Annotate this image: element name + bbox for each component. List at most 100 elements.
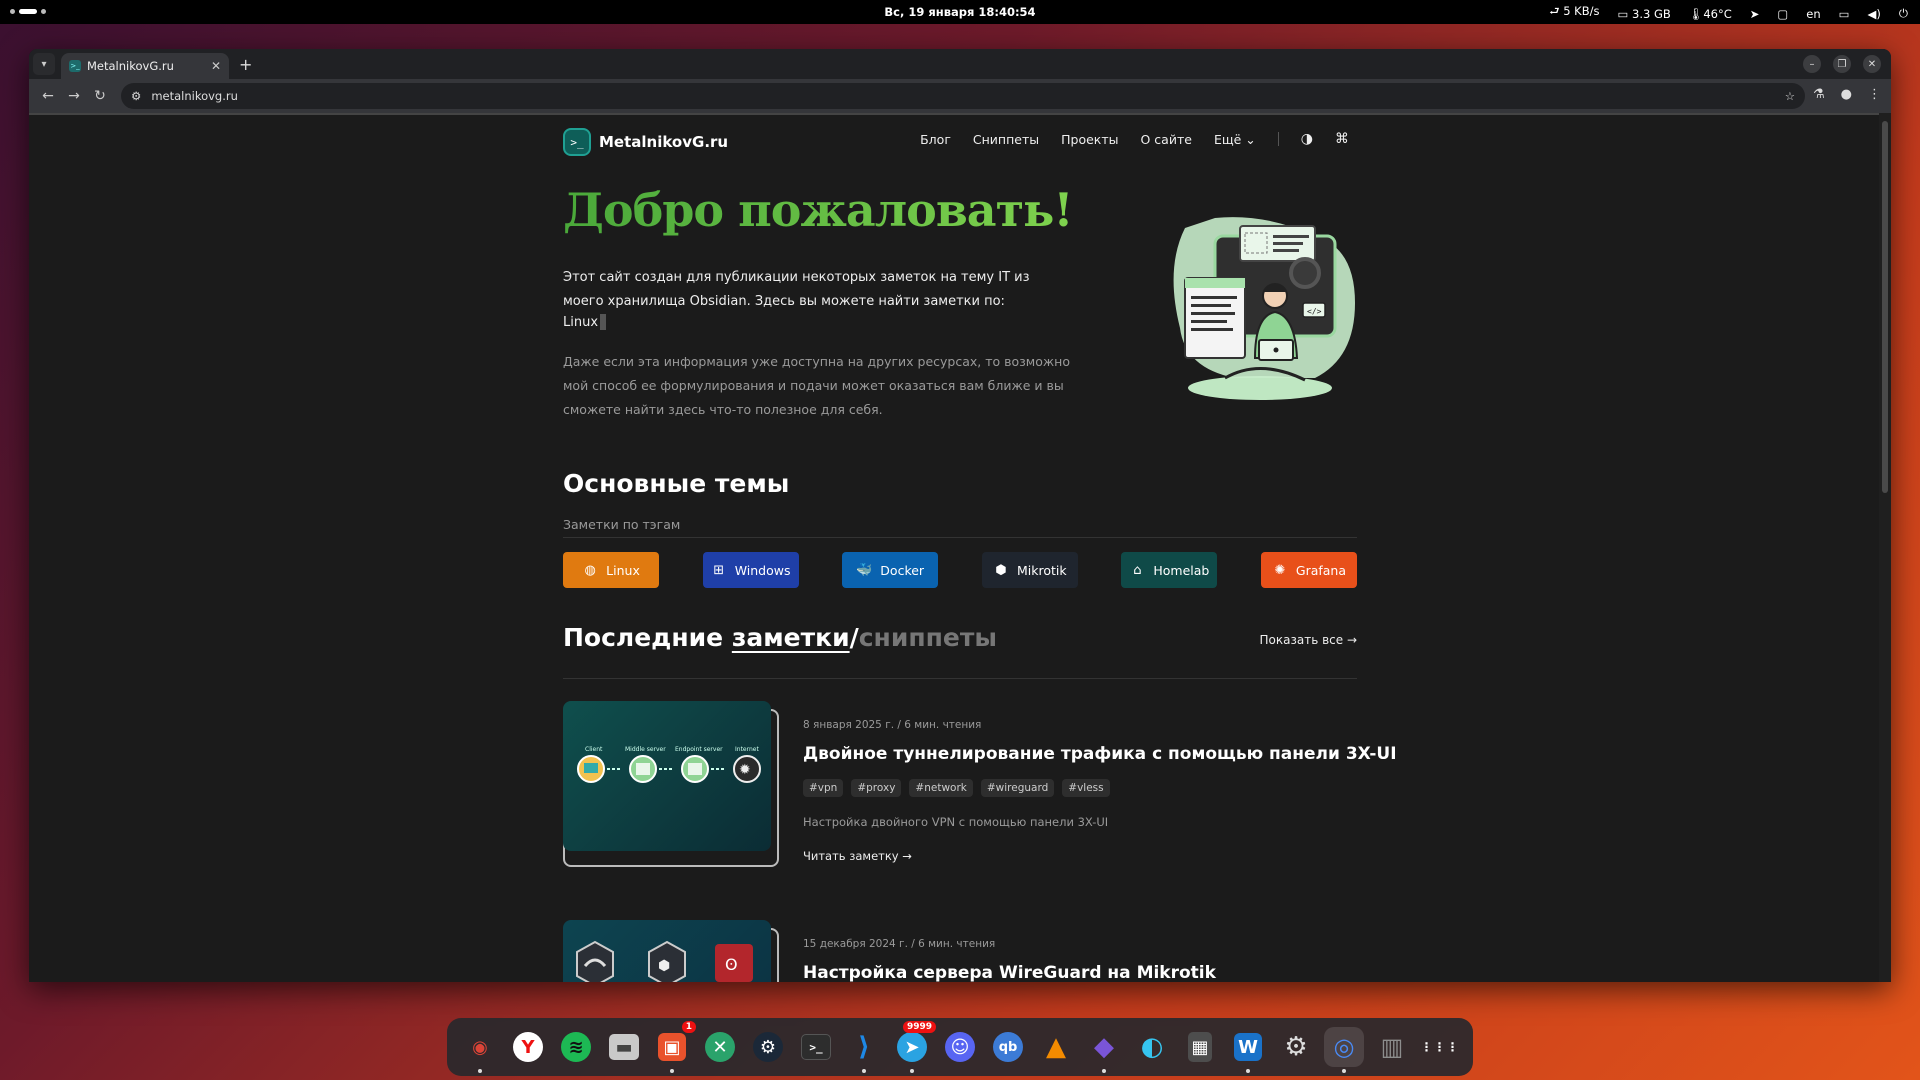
browser-window: ▾ >_ MetalnikovG.ru ✕ + – ❐ ✕ ← → ↻ ⚙ me… — [29, 49, 1891, 982]
typing-caret — [600, 314, 607, 330]
app-grid-icon[interactable]: ⋮⋮⋮ — [1420, 1027, 1460, 1067]
spotify-icon[interactable]: ≋ — [556, 1027, 596, 1067]
telegram-icon[interactable]: ➤ 9999 — [892, 1021, 936, 1073]
post-tag[interactable]: #network — [909, 779, 973, 797]
tag-button-grafana[interactable]: ✺ Grafana — [1260, 552, 1357, 588]
system-top-bar: Вс, 19 января 18:40:54 ⮐ 5 KB/s ▭ 3.3 GB… — [0, 0, 1920, 24]
discord-icon[interactable]: ☺ — [940, 1027, 980, 1067]
bookmark-star-icon[interactable]: ☆ — [1785, 89, 1795, 103]
power-icon[interactable]: ⏻ — [1899, 6, 1908, 21]
scrollbar-thumb[interactable] — [1882, 121, 1888, 493]
system-tray[interactable]: ⮐ 5 KB/s ▭ 3.3 GB 🌡46°C ➤ ▢ en ▭ ◀) ⏻ — [1549, 4, 1908, 23]
color-picker-icon[interactable]: ◐ — [1132, 1027, 1172, 1067]
yandex-browser-icon[interactable]: Y — [508, 1027, 548, 1067]
post-title[interactable]: Двойное туннелирование трафика с помощью… — [803, 744, 1397, 764]
volume-icon[interactable]: ◀) — [1868, 7, 1881, 21]
writer-icon[interactable]: W — [1228, 1027, 1268, 1073]
trash-icon[interactable]: ▥ — [1372, 1027, 1412, 1067]
url-text[interactable]: metalnikovg.ru — [151, 89, 1774, 103]
diagram-label: Client — [585, 746, 603, 753]
workspace-indicator[interactable] — [10, 9, 46, 14]
post-title[interactable]: Настройка сервера WireGuard на Mikrotik — [803, 963, 1216, 982]
nav-divider — [1277, 132, 1279, 146]
vlc-icon[interactable]: ▲ — [1036, 1027, 1076, 1067]
hero-title: Добро пожаловать! — [563, 183, 1074, 237]
site-favicon-icon: >_ — [69, 60, 81, 72]
diagram-label: Middle server — [625, 746, 666, 753]
show-all-link[interactable]: Показать все → — [1260, 633, 1358, 647]
svg-text:✹: ✹ — [739, 762, 751, 778]
tag-button-linux[interactable]: ◍ Linux — [563, 552, 659, 588]
tab-strip: ▾ >_ MetalnikovG.ru ✕ + – ❐ ✕ — [29, 49, 1891, 79]
qbittorrent-icon[interactable]: qb — [988, 1027, 1028, 1067]
read-more-link[interactable]: Читать заметку → — [803, 849, 912, 863]
steam-icon[interactable]: ⚙ — [748, 1027, 788, 1067]
post-tag[interactable]: #vpn — [803, 779, 844, 797]
tab-search-button[interactable]: ▾ — [33, 53, 55, 75]
post-tag[interactable]: #proxy — [851, 779, 902, 797]
profile-icon[interactable]: ● — [1841, 87, 1852, 102]
software-center-icon[interactable]: ▣ 1 — [652, 1021, 696, 1073]
browser-tab-active[interactable]: >_ MetalnikovG.ru ✕ — [61, 53, 229, 79]
remote-desktop-icon[interactable]: ✕ — [700, 1027, 740, 1067]
theme-toggle-icon[interactable]: ◑ — [1301, 131, 1313, 147]
close-window-button[interactable]: ✕ — [1863, 55, 1881, 73]
tag-button-windows[interactable]: ⊞ Windows — [702, 552, 799, 588]
site-logo-icon[interactable]: >_ — [563, 128, 591, 156]
display-icon[interactable]: ▭ — [1839, 7, 1850, 21]
menu-kebab-icon[interactable]: ⋮ — [1868, 87, 1881, 102]
keyboard-layout[interactable]: en — [1806, 7, 1820, 21]
reload-button[interactable]: ↻ — [87, 88, 113, 104]
recent-notes-tab[interactable]: заметки — [732, 623, 850, 652]
grafana-icon: ✺ — [1274, 562, 1286, 578]
post-tag[interactable]: #wireguard — [980, 779, 1055, 797]
minimize-button[interactable]: – — [1803, 55, 1821, 73]
post-thumbnail-frame[interactable]: Client Middle server Endpoint server Int… — [563, 701, 779, 867]
network-speed: ⮐ 5 KB/s — [1549, 4, 1600, 18]
memory-usage: ▭ 3.3 GB — [1617, 6, 1671, 21]
chrome-icon[interactable]: ◉ — [460, 1027, 500, 1073]
vertical-scrollbar[interactable] — [1879, 113, 1891, 982]
typed-topic: Linux — [563, 314, 607, 330]
site-nav: Блог Сниппеты Проекты О сайте Ещё ⌄ ◑ ⌘ — [920, 131, 1349, 147]
clipboard-icon[interactable]: ▢ — [1777, 7, 1788, 21]
command-palette-icon[interactable]: ⌘ — [1335, 131, 1349, 147]
back-button[interactable]: ← — [35, 88, 61, 104]
tag-button-mikrotik[interactable]: ⬢ Mikrotik — [981, 552, 1078, 588]
site-info-icon[interactable]: ⚙ — [131, 89, 141, 103]
calculator-icon[interactable]: ▦ — [1180, 1027, 1220, 1067]
telegram-tray-icon[interactable]: ➤ — [1750, 7, 1760, 21]
post-tag[interactable]: #vless — [1062, 779, 1110, 797]
terminal-icon[interactable]: >_ — [796, 1027, 836, 1067]
settings-icon[interactable]: ⚙ — [1276, 1027, 1316, 1067]
recent-snippets-tab[interactable]: сниппеты — [859, 623, 997, 652]
files-icon[interactable]: ▬ — [604, 1027, 644, 1067]
docker-icon: 🐳 — [856, 562, 873, 578]
post-thumbnail-frame[interactable]: ⬢ ʘ — [563, 920, 779, 982]
page-top-border — [29, 113, 1879, 115]
linux-icon: ◍ — [584, 562, 596, 578]
software-badge: 1 — [681, 1021, 696, 1033]
tag-button-homelab[interactable]: ⌂ Homelab — [1121, 552, 1218, 588]
maximize-button[interactable]: ❐ — [1833, 55, 1851, 73]
post-card[interactable]: Client Middle server Endpoint server Int… — [563, 701, 1397, 869]
nav-blog[interactable]: Блог — [920, 132, 951, 147]
hero-illustration: </> — [1173, 217, 1355, 400]
nav-snippets[interactable]: Сниппеты — [973, 132, 1039, 147]
post-thumbnail[interactable]: ⬢ ʘ — [563, 920, 771, 982]
close-tab-icon[interactable]: ✕ — [211, 59, 221, 73]
new-tab-button[interactable]: + — [239, 55, 252, 74]
obsidian-icon[interactable]: ◆ — [1084, 1027, 1124, 1073]
nav-more[interactable]: Ещё ⌄ — [1214, 132, 1256, 147]
nav-about[interactable]: О сайте — [1140, 132, 1191, 147]
nav-projects[interactable]: Проекты — [1061, 132, 1118, 147]
tag-button-docker[interactable]: 🐳 Docker — [842, 552, 939, 588]
chromium-icon[interactable]: ◎ — [1324, 1027, 1364, 1073]
vscode-icon[interactable]: ⟩ — [844, 1027, 884, 1073]
forward-button[interactable]: → — [61, 88, 87, 104]
labs-flask-icon[interactable]: ⚗ — [1813, 87, 1825, 102]
post-card[interactable]: ⬢ ʘ 15 декабря 2024 г. / 6 мин. чтения Н… — [563, 920, 1357, 982]
site-logo-text[interactable]: MetalnikovG.ru — [599, 133, 728, 151]
post-thumbnail[interactable]: Client Middle server Endpoint server Int… — [563, 701, 771, 851]
address-bar[interactable]: ⚙ metalnikovg.ru ☆ — [121, 83, 1805, 109]
